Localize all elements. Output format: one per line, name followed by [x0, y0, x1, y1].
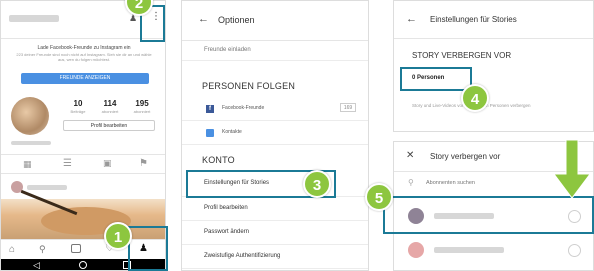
story-settings-header: ← Einstellungen für Stories — [394, 1, 593, 39]
profile-avatar[interactable] — [11, 97, 49, 135]
edit-profile-row[interactable]: Profil bearbeiten — [182, 197, 368, 221]
home-icon[interactable]: ⌂ — [9, 244, 15, 255]
username-label — [9, 15, 59, 22]
close-icon[interactable]: ✕ — [406, 150, 414, 161]
hide-story-hint: Story und Live-Videos vor abonnierten Pe… — [412, 103, 531, 108]
new-post-icon[interactable] — [71, 244, 81, 253]
following-label: abonniert — [133, 109, 151, 114]
follower-avatar — [408, 242, 424, 258]
contacts-label: Kontakte — [222, 129, 242, 135]
edit-profile-label: Profil bearbeiten — [204, 205, 248, 211]
divider — [182, 60, 368, 61]
facebook-icon: f — [206, 105, 214, 113]
highlight-profile-tab — [128, 226, 168, 271]
list-view-icon[interactable]: ☰ — [63, 158, 72, 169]
change-password-row[interactable]: Passwort ändern — [182, 221, 368, 245]
section-account: KONTO — [202, 155, 235, 165]
facebook-friends-label: Facebook-Freunde — [222, 105, 265, 111]
story-settings-screen: ← Einstellungen für Stories STORY VERBER… — [393, 0, 594, 132]
highlight-follower-row — [383, 196, 594, 234]
two-factor-row[interactable]: Zweistufige Authentifizierung — [182, 245, 368, 269]
follower-row[interactable] — [394, 234, 593, 266]
options-screen: ← Optionen Freunde einladen PERSONEN FOL… — [181, 0, 369, 271]
invite-title: Lade Facebook-Freunde zu Instagram ein — [37, 45, 131, 51]
contacts-row[interactable]: Kontakte — [182, 121, 368, 145]
followers-count: 114 — [103, 99, 117, 108]
back-arrow-icon[interactable]: ← — [406, 13, 417, 25]
tagged-icon[interactable]: ▣ — [103, 158, 112, 169]
post-image-chopstick — [20, 189, 78, 216]
highlight-hidden-people — [400, 67, 472, 91]
section-follow-people: PERSONEN FOLGEN — [202, 81, 296, 91]
step-badge-5: 5 — [365, 183, 393, 211]
contacts-icon — [206, 129, 214, 137]
following-count: 195 — [135, 99, 149, 108]
facebook-friends-count: 169 — [340, 103, 356, 112]
options-header: ← Optionen — [182, 1, 368, 41]
grid-view-icon[interactable]: ▦ — [23, 159, 32, 170]
down-arrow-icon — [553, 140, 591, 199]
follower-select-radio[interactable] — [568, 244, 581, 257]
hide-story-section: STORY VERBERGEN VOR — [412, 51, 512, 60]
followers-label: abonniert — [101, 109, 119, 114]
options-title: Optionen — [218, 15, 255, 25]
back-nav-icon[interactable]: ◁ — [33, 260, 40, 270]
step-badge-1: 1 — [104, 222, 132, 250]
follower-name — [434, 247, 504, 253]
search-icon[interactable]: ⚲ — [39, 244, 46, 255]
facebook-friends-row[interactable]: f Facebook-Freunde 169 — [182, 97, 368, 121]
change-password-label: Passwort ändern — [204, 229, 250, 235]
step-badge-3: 3 — [303, 170, 331, 198]
home-nav-icon[interactable] — [79, 261, 87, 269]
step-badge-4: 4 — [461, 84, 489, 112]
two-factor-label: Zweistufige Authentifizierung — [204, 253, 281, 259]
saved-icon[interactable]: ⚑ — [139, 158, 148, 169]
post-author-name — [27, 185, 67, 190]
posts-count: 10 — [73, 99, 83, 108]
find-friends-button[interactable]: FREUNDE ANZEIGEN — [21, 73, 149, 84]
edit-profile-button[interactable]: Profil bearbeiten — [63, 120, 155, 131]
posts-label: Beiträge — [70, 109, 86, 114]
profile-tabs: ▦ ☰ ▣ ⚑ — [1, 154, 165, 174]
back-arrow-icon[interactable]: ← — [198, 13, 209, 25]
story-settings-title: Einstellungen für Stories — [430, 15, 517, 24]
hide-story-title: Story verbergen vor — [430, 152, 501, 161]
bio-line — [11, 141, 51, 145]
search-icon: ⚲ — [408, 178, 414, 187]
invite-subtext: 223 deiner Freunde sind noch nicht auf I… — [16, 52, 152, 62]
invite-friends-item[interactable]: Freunde einladen — [204, 47, 251, 53]
